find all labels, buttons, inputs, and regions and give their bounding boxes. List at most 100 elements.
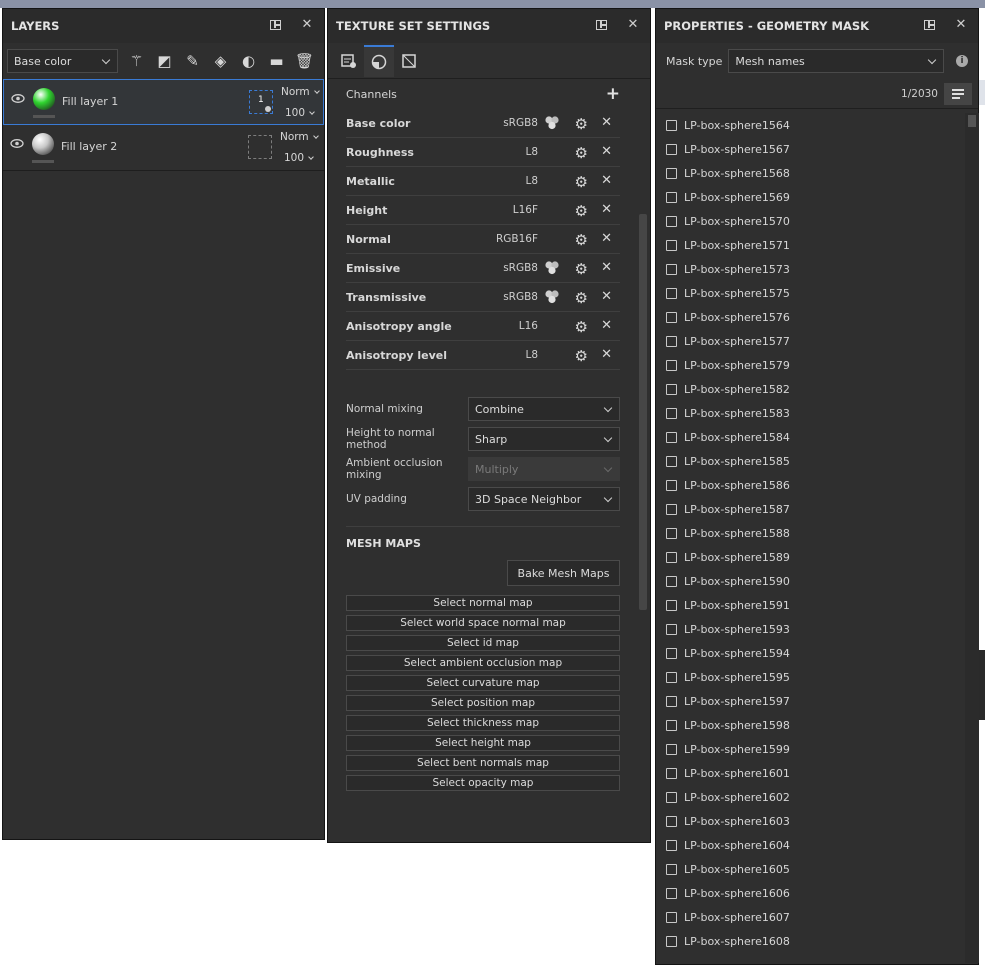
remove-channel-icon[interactable]: ✕ xyxy=(601,115,612,130)
add-mask-icon[interactable]: ◐ xyxy=(238,51,259,72)
list-item[interactable]: LP-box-sphere1571 xyxy=(656,233,964,257)
mask-type-select[interactable]: Mesh names xyxy=(728,49,945,73)
magic-wand-icon[interactable]: ⚚ xyxy=(126,51,147,72)
mesh-checkbox[interactable] xyxy=(666,383,677,395)
list-item[interactable]: LP-box-sphere1567 xyxy=(656,137,964,161)
remove-channel-icon[interactable]: ✕ xyxy=(601,202,612,217)
mesh-checkbox[interactable] xyxy=(666,191,677,203)
list-item[interactable]: LP-box-sphere1584 xyxy=(656,425,964,449)
color-channels-icon[interactable] xyxy=(544,290,560,304)
list-item[interactable]: LP-box-sphere1604 xyxy=(656,833,964,857)
remove-channel-icon[interactable]: ✕ xyxy=(601,173,612,188)
mesh-checkbox[interactable] xyxy=(666,743,677,755)
layer-opacity[interactable]: 100 xyxy=(284,152,314,164)
list-item[interactable]: LP-box-sphere1583 xyxy=(656,401,964,425)
list-item[interactable]: LP-box-sphere1594 xyxy=(656,641,964,665)
list-item[interactable]: LP-box-sphere1576 xyxy=(656,305,964,329)
list-item[interactable]: LP-box-sphere1597 xyxy=(656,689,964,713)
channel-format[interactable]: sRGB8 xyxy=(503,262,538,274)
channel-format[interactable]: L8 xyxy=(525,175,538,187)
mesh-checkbox[interactable] xyxy=(666,287,677,299)
mesh-checkbox[interactable] xyxy=(666,791,677,803)
list-item[interactable]: LP-box-sphere1573 xyxy=(656,257,964,281)
list-item[interactable]: LP-box-sphere1582 xyxy=(656,377,964,401)
gear-icon[interactable]: ⚙ xyxy=(575,260,588,278)
mesh-checkbox[interactable] xyxy=(666,407,677,419)
gear-icon[interactable]: ⚙ xyxy=(575,202,588,220)
mesh-checkbox[interactable] xyxy=(666,119,677,131)
paint-layer-icon[interactable]: ✎ xyxy=(182,51,203,72)
list-item[interactable]: LP-box-sphere1585 xyxy=(656,449,964,473)
gear-icon[interactable]: ⚙ xyxy=(575,347,588,365)
mesh-checkbox[interactable] xyxy=(666,767,677,779)
mesh-checkbox[interactable] xyxy=(666,527,677,539)
visibility-eye-icon[interactable] xyxy=(10,139,24,148)
layer-opacity[interactable]: 100 xyxy=(285,107,315,119)
gear-icon[interactable]: ⚙ xyxy=(575,173,588,191)
channel-format[interactable]: L8 xyxy=(525,146,538,158)
mesh-checkbox[interactable] xyxy=(666,479,677,491)
list-item[interactable]: LP-box-sphere1595 xyxy=(656,665,964,689)
select-mesh-map-button[interactable]: Select curvature map xyxy=(346,675,620,691)
list-item[interactable]: LP-box-sphere1577 xyxy=(656,329,964,353)
remove-channel-icon[interactable]: ✕ xyxy=(601,318,612,333)
layer-row[interactable]: Fill layer 2 Norm 100 xyxy=(3,125,324,171)
channel-format[interactable]: L8 xyxy=(525,349,538,361)
bake-mesh-maps-button[interactable]: Bake Mesh Maps xyxy=(507,560,620,586)
list-item[interactable]: LP-box-sphere1586 xyxy=(656,473,964,497)
remove-channel-icon[interactable]: ✕ xyxy=(601,347,612,362)
list-item[interactable]: LP-box-sphere1603 xyxy=(656,809,964,833)
option-select[interactable]: 3D Space Neighbor xyxy=(468,487,620,511)
mesh-checkbox[interactable] xyxy=(666,239,677,251)
mesh-checkbox[interactable] xyxy=(666,671,677,683)
select-mesh-map-button[interactable]: Select position map xyxy=(346,695,620,711)
close-icon[interactable]: ✕ xyxy=(300,18,314,32)
mesh-checkbox[interactable] xyxy=(666,431,677,443)
list-item[interactable]: LP-box-sphere1569 xyxy=(656,185,964,209)
select-mesh-map-button[interactable]: Select thickness map xyxy=(346,715,620,731)
channel-format[interactable]: sRGB8 xyxy=(503,291,538,303)
mesh-checkbox[interactable] xyxy=(666,695,677,707)
dock-window-icon[interactable] xyxy=(924,18,938,32)
mesh-checkbox[interactable] xyxy=(666,839,677,851)
channel-format[interactable]: RGB16F xyxy=(496,233,538,245)
mesh-checkbox[interactable] xyxy=(666,263,677,275)
list-item[interactable]: LP-box-sphere1579 xyxy=(656,353,964,377)
tab-texture-set-list[interactable] xyxy=(334,45,364,77)
remove-channel-icon[interactable]: ✕ xyxy=(601,231,612,246)
list-item[interactable]: LP-box-sphere1605 xyxy=(656,857,964,881)
mesh-checkbox[interactable] xyxy=(666,503,677,515)
delete-icon[interactable]: 🗑 xyxy=(294,51,315,72)
gear-icon[interactable]: ⚙ xyxy=(575,144,588,162)
visibility-eye-icon[interactable] xyxy=(11,94,25,103)
mesh-checkbox[interactable] xyxy=(666,599,677,611)
gear-icon[interactable]: ⚙ xyxy=(575,289,588,307)
texture-set-scrollbar[interactable] xyxy=(639,214,647,610)
list-item[interactable]: LP-box-sphere1608 xyxy=(656,929,964,953)
fill-layer-icon[interactable]: ◈ xyxy=(210,51,231,72)
layer-row[interactable]: Fill layer 1 1 Norm 100 xyxy=(3,79,324,125)
list-item[interactable]: LP-box-sphere1599 xyxy=(656,737,964,761)
mesh-checkbox[interactable] xyxy=(666,335,677,347)
list-item[interactable]: LP-box-sphere1607 xyxy=(656,905,964,929)
channel-select[interactable]: Base color xyxy=(7,49,118,73)
mesh-checkbox[interactable] xyxy=(666,863,677,875)
scrollbar-thumb[interactable] xyxy=(968,115,976,127)
mesh-checkbox[interactable] xyxy=(666,575,677,587)
channel-format[interactable]: L16F xyxy=(513,204,538,216)
select-mesh-map-button[interactable]: Select ambient occlusion map xyxy=(346,655,620,671)
list-item[interactable]: LP-box-sphere1593 xyxy=(656,617,964,641)
mesh-checkbox[interactable] xyxy=(666,647,677,659)
mesh-checkbox[interactable] xyxy=(666,815,677,827)
add-layer-icon[interactable]: ◩ xyxy=(154,51,175,72)
list-item[interactable]: LP-box-sphere1588 xyxy=(656,521,964,545)
channel-format[interactable]: sRGB8 xyxy=(503,117,538,129)
remove-channel-icon[interactable]: ✕ xyxy=(601,260,612,275)
color-channels-icon[interactable] xyxy=(544,261,560,275)
mesh-checkbox[interactable] xyxy=(666,887,677,899)
select-mesh-map-button[interactable]: Select world space normal map xyxy=(346,615,620,631)
mesh-checkbox[interactable] xyxy=(666,551,677,563)
close-icon[interactable]: ✕ xyxy=(954,18,968,32)
list-item[interactable]: LP-box-sphere1568 xyxy=(656,161,964,185)
remove-channel-icon[interactable]: ✕ xyxy=(601,289,612,304)
